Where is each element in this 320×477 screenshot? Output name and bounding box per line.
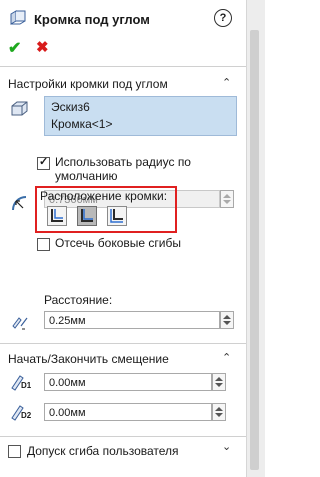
- start-offset-icon: D1: [10, 372, 34, 392]
- expand-icon[interactable]: ⌄: [222, 440, 231, 453]
- flange-position-outside-icon: [110, 209, 123, 223]
- flange-position-label: Расположение кромки:: [40, 189, 168, 203]
- flange-position-inside-button[interactable]: [47, 206, 67, 226]
- miter-flange-feature-icon: [10, 10, 26, 25]
- divider: [0, 343, 246, 344]
- flange-position-middle-icon: [81, 209, 93, 222]
- section-title-start-end-offset: Начать/Закончить смещение: [8, 352, 169, 366]
- divider: [0, 66, 246, 67]
- section-title-miter-settings: Настройки кромки под углом: [8, 77, 168, 91]
- page-title: Кромка под углом: [34, 12, 150, 27]
- start-offset-spinner[interactable]: [212, 373, 226, 391]
- start-offset-field[interactable]: 0.00мм: [44, 373, 212, 391]
- flange-position-outside-button[interactable]: [107, 206, 127, 226]
- custom-bend-allowance-label: Допуск сгиба пользователя: [27, 444, 179, 458]
- use-default-radius-checkbox[interactable]: ✓: [37, 156, 50, 170]
- use-default-radius-label-line2: умолчанию: [55, 169, 118, 183]
- gap-distance-field[interactable]: 0.25мм: [44, 311, 220, 329]
- trim-side-bends-label: Отсечь боковые сгибы: [55, 236, 181, 250]
- end-offset-field[interactable]: 0.00мм: [44, 403, 212, 421]
- end-offset-spinner[interactable]: [212, 403, 226, 421]
- ok-button[interactable]: ✔: [8, 38, 21, 58]
- flange-position-middle-button[interactable]: [77, 206, 97, 226]
- selection-item[interactable]: Кромка<1>: [51, 117, 112, 131]
- bend-radius-spinner[interactable]: [220, 190, 234, 208]
- edge-selection-icon: [11, 101, 28, 116]
- cancel-button[interactable]: ✖: [36, 38, 49, 56]
- d1-label: D1: [21, 381, 32, 390]
- collapse-icon[interactable]: ⌃: [222, 351, 231, 364]
- selection-item[interactable]: Эскиз6: [51, 100, 90, 114]
- check-mark: ✓: [39, 156, 49, 168]
- trim-side-bends-checkbox[interactable]: [37, 238, 50, 251]
- gap-distance-spinner[interactable]: [220, 311, 234, 329]
- gap-distance-icon: [12, 317, 28, 330]
- scrollbar-thumb[interactable]: [250, 30, 259, 470]
- help-icon[interactable]: ?: [214, 9, 232, 27]
- divider: [0, 436, 246, 437]
- use-default-radius-label-line1: Использовать радиус по: [55, 155, 191, 169]
- selection-list[interactable]: Эскиз6 Кромка<1>: [44, 96, 237, 136]
- bend-radius-icon: [12, 196, 27, 211]
- flange-position-inside-icon: [51, 209, 63, 222]
- d2-label: D2: [21, 411, 32, 420]
- custom-bend-allowance-checkbox[interactable]: [8, 445, 21, 458]
- end-offset-icon: D2: [10, 402, 34, 422]
- collapse-icon[interactable]: ⌃: [222, 76, 231, 89]
- gap-distance-label: Расстояние:: [44, 293, 113, 307]
